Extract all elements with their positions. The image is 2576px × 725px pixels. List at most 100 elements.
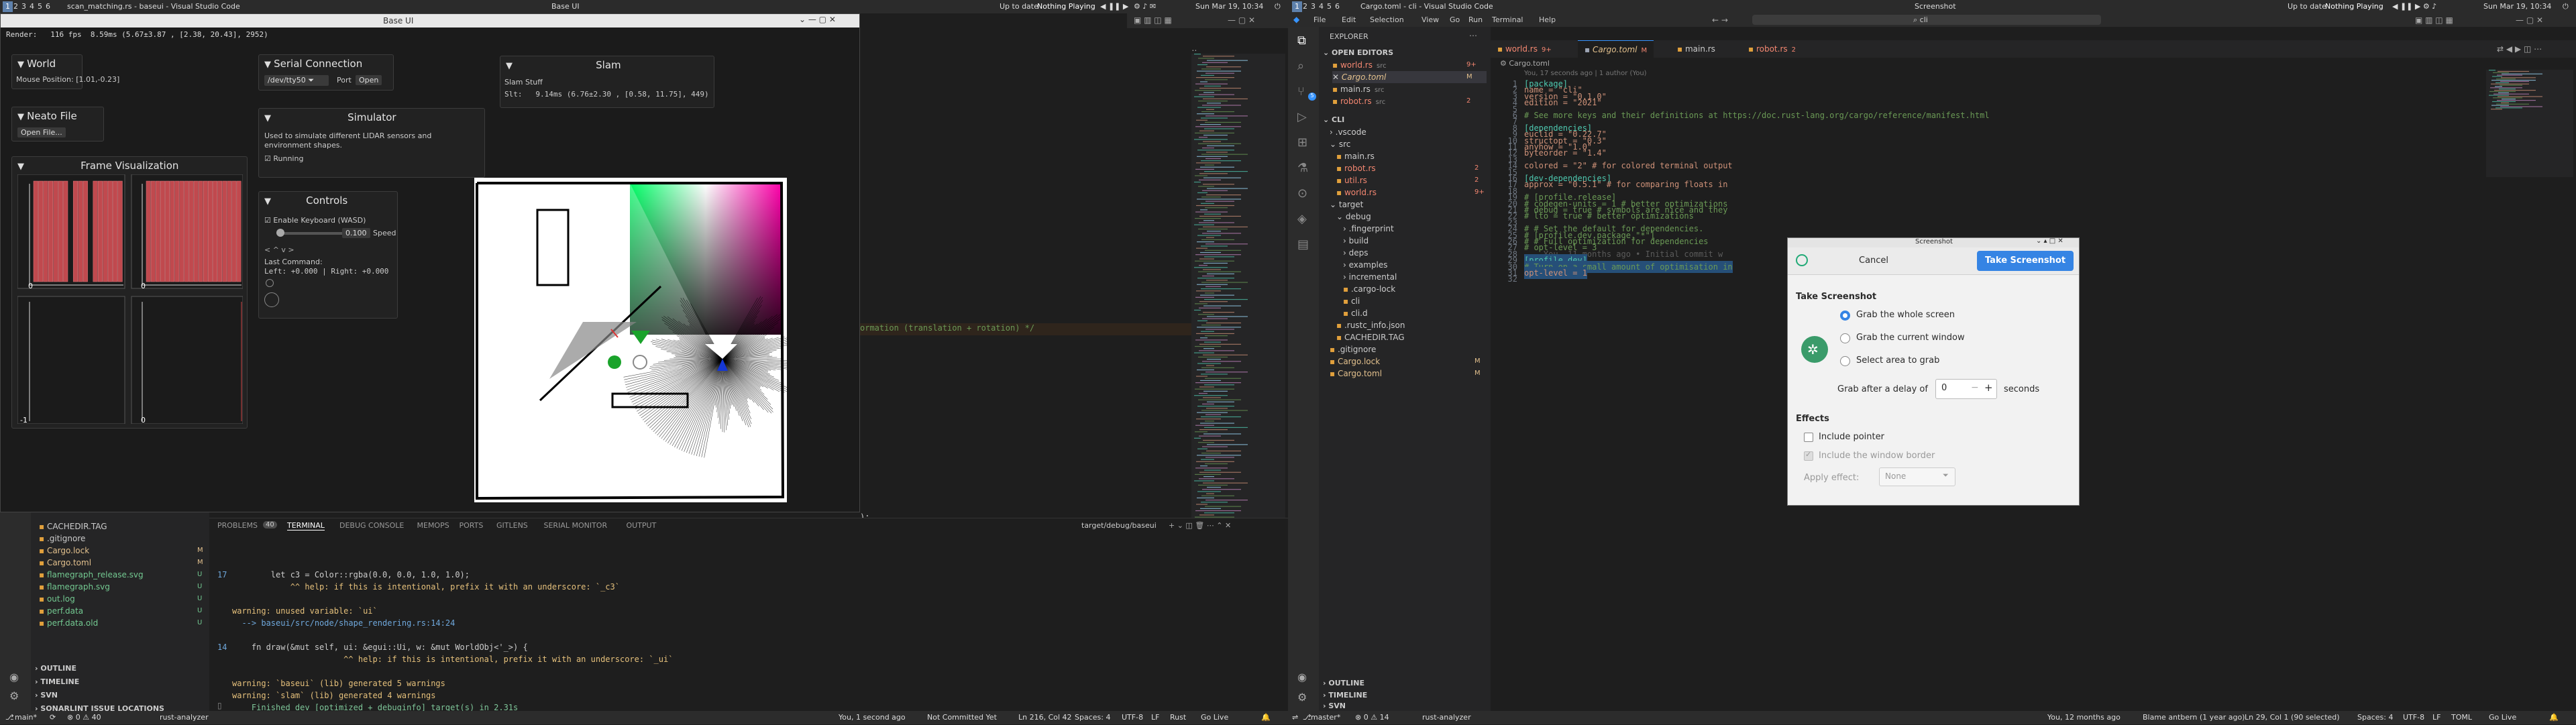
left-minimap[interactable]	[1191, 54, 1285, 523]
left-clock[interactable]: Sun Mar 19, 10:34	[1195, 0, 1263, 13]
panel-tab[interactable]: PROBLEMS	[217, 521, 258, 530]
file-tree-item[interactable]: ▪ Cargo.toml M	[39, 557, 207, 569]
menu-item[interactable]: Run	[1468, 15, 1483, 24]
editor-action-icons[interactable]: ⇄ ◀ ▶ ◫ ⋯	[2497, 44, 2542, 54]
file-tree-item[interactable]: › build	[1343, 235, 1484, 247]
simulator-panel[interactable]: ▼ Simulator Used to simulate different L…	[258, 108, 485, 178]
left-editor-area[interactable]: ormation (translation + rotation) */ );	[852, 42, 1191, 523]
frame-viz-header[interactable]: ▼ Frame Visualization	[17, 160, 178, 172]
extensions-icon[interactable]: ⊞	[1297, 135, 1307, 150]
right-minimap[interactable]	[2486, 70, 2573, 177]
running-checkbox[interactable]: ☑ Running	[264, 154, 303, 163]
panel-tab[interactable]: SERIAL MONITOR	[544, 521, 608, 530]
outline-section[interactable]: › OUTLINE	[1323, 677, 1364, 689]
file-tree-item[interactable]: ▪ flamegraph_release.svg U	[39, 569, 207, 581]
encoding[interactable]: UTF-8	[2403, 711, 2424, 724]
git-blame[interactable]: You, 1 second ago	[839, 711, 906, 724]
project-section[interactable]: ⌄ CLI	[1323, 114, 1344, 126]
manage-gear-icon[interactable]: ⚙	[1297, 691, 1307, 704]
command-center-search[interactable]: ⌕ cli	[1752, 15, 2101, 25]
serial-open-button[interactable]: Open	[356, 75, 382, 85]
neato-header[interactable]: ▼ Neato File	[17, 110, 77, 122]
problems-indicator[interactable]: ⊗ 0 ⚠ 40	[67, 711, 101, 724]
slam-panel[interactable]: ▼ Slam Slam Stuff Slt: 9.14ms (6.76±2.30…	[500, 56, 714, 108]
account-icon[interactable]: ◉	[9, 671, 19, 683]
cancel-button[interactable]: Cancel	[1859, 256, 1888, 266]
file-tree-item[interactable]: ▪ perf.data.old U	[39, 617, 207, 629]
nav-arrows-icon[interactable]: ← →	[1712, 15, 1728, 25]
open-editor-item[interactable]: ▪ robot.rs src 2	[1332, 95, 1487, 107]
panel-tab[interactable]: PORTS	[460, 521, 484, 530]
editor-tab[interactable]: ▪ Cargo.toml M	[1578, 40, 1654, 58]
gitlens-icon[interactable]: ◈	[1297, 212, 1307, 226]
window-controls[interactable]: — ▢ ✕	[2516, 15, 2543, 25]
serial-header[interactable]: ▼ Serial Connection	[264, 58, 362, 70]
file-tree-item[interactable]: › deps	[1343, 247, 1484, 259]
file-tree-item[interactable]: ▪ perf.data U	[39, 605, 207, 617]
layout-icons[interactable]: ▣ ▥ ◫ ▦	[1134, 15, 1172, 25]
controls-panel[interactable]: ▼ Controls ☑ Enable Keyboard (WASD) 0.10…	[258, 191, 398, 319]
speed-slider[interactable]	[276, 232, 343, 235]
terminal-actions-icons[interactable]: + ⌄ ◫ 🗑 ⋯ ⌃ ✕	[1169, 521, 1231, 530]
include-pointer-checkbox[interactable]	[1804, 433, 1813, 442]
file-tree-item[interactable]: ⌄ src	[1330, 138, 1484, 150]
file-tree-item[interactable]: ▪ world.rs 9+	[1336, 186, 1485, 199]
panel-tab[interactable]: DEBUG CONSOLE	[339, 521, 404, 530]
file-tree-item[interactable]: ▪ .gitignore	[39, 533, 207, 545]
file-tree-item[interactable]: ▪ flamegraph.svg U	[39, 581, 207, 593]
panel-tab[interactable]: OUTPUT	[627, 521, 657, 530]
menu-item[interactable]: Selection	[1370, 15, 1404, 24]
media-controls-icon[interactable]: ◀ ❚❚ ▶	[1100, 0, 1128, 13]
menu-item[interactable]: Edit	[1342, 15, 1356, 24]
explorer-icon[interactable]: ⧉	[1297, 34, 1306, 48]
go-live[interactable]: Go Live	[2489, 711, 2516, 724]
language-mode[interactable]: Rust	[1170, 711, 1186, 724]
search-icon[interactable]: ⌕	[1297, 59, 1304, 73]
sync-icon[interactable]: ⟳	[50, 711, 56, 724]
increment-icon[interactable]: +	[1984, 382, 1993, 394]
speed-slider-handle[interactable]	[276, 229, 284, 237]
window-controls[interactable]: ⌄ ▴ □ ✕	[2036, 237, 2063, 245]
file-tree-item[interactable]: ▪ Cargo.lock M	[39, 545, 207, 557]
file-tree-item[interactable]: ▪ .cargo-lock	[1343, 283, 1484, 295]
editor-tab[interactable]: ▪ main.rs	[1670, 40, 1726, 58]
tray-icons[interactable]: ⚙ ♪ ✉	[1134, 0, 1156, 13]
speed-value[interactable]: 0.100	[342, 228, 370, 238]
file-tree-item[interactable]: ▪ util.rs 2	[1336, 174, 1484, 186]
file-tree-item[interactable]: ▪ CACHEDIR.TAG	[39, 520, 207, 533]
notifications-icon[interactable]: 🔔	[2549, 711, 2559, 724]
file-tree-item[interactable]: › .vscode	[1330, 126, 1484, 138]
layout-icons[interactable]: ▣ ▥ ◫ ▦	[2415, 15, 2453, 25]
apply-effect-select[interactable]: None ⏷	[1879, 467, 1955, 486]
file-tree-item[interactable]: ▪ .rustc_info.json	[1336, 319, 1484, 331]
power-icon[interactable]: ⏻	[1275, 0, 1281, 13]
blame-author[interactable]: Blame antbern (1 year ago)	[2143, 711, 2245, 724]
cursor-position[interactable]: Ln 29, Col 1 (90 selected)	[2245, 711, 2340, 724]
right-media-status[interactable]: Nothing Playing	[2325, 0, 2383, 13]
file-tree-item[interactable]: ▪ .gitignore	[1330, 343, 1484, 355]
encoding[interactable]: UTF-8	[1122, 711, 1143, 724]
eol[interactable]: LF	[1151, 711, 1159, 724]
world-panel[interactable]: ▼ World Mouse Position: [1.01,-0.23]	[11, 54, 119, 89]
git-branch[interactable]: main*	[15, 711, 37, 724]
remote-indicator-icon[interactable]: ⇌	[1292, 711, 1298, 724]
world-map-canvas[interactable]	[474, 178, 787, 502]
panel-tab[interactable]: TERMINAL	[287, 521, 325, 531]
blame-codelens[interactable]: You, 17 seconds ago | 1 author (You)	[1524, 70, 1647, 77]
workspace-button[interactable]: 6	[43, 1, 53, 12]
git-branch[interactable]: master*	[1311, 711, 1340, 724]
panel-tab[interactable]: MEMOPS	[417, 521, 449, 530]
keyboard-checkbox[interactable]: ☑ Enable Keyboard (WASD)	[264, 216, 366, 225]
open-editor-item[interactable]: ✕ Cargo.toml M	[1332, 71, 1487, 83]
file-tree-item[interactable]: › incremental	[1343, 271, 1484, 283]
delay-spinbutton[interactable]: 0 − +	[1935, 379, 1997, 399]
timeline-section[interactable]: › TIMELINE	[35, 676, 79, 688]
editor-tab[interactable]: ▪ robot.rs 2	[1741, 40, 1803, 58]
file-tree-item[interactable]: ▪ cli	[1343, 295, 1484, 307]
editor-tab[interactable]: ▪ world.rs 9+	[1491, 40, 1558, 58]
file-tree-item[interactable]: ▪ Cargo.lock M	[1330, 355, 1484, 368]
power-icon-right[interactable]: ⏻	[2563, 0, 2569, 13]
problems-indicator[interactable]: ⊗ 0 ⚠ 14	[1355, 711, 1389, 724]
open-editors-section[interactable]: ⌄ OPEN EDITORS	[1323, 47, 1393, 59]
source-control-icon[interactable]: ⑂	[1297, 85, 1305, 99]
